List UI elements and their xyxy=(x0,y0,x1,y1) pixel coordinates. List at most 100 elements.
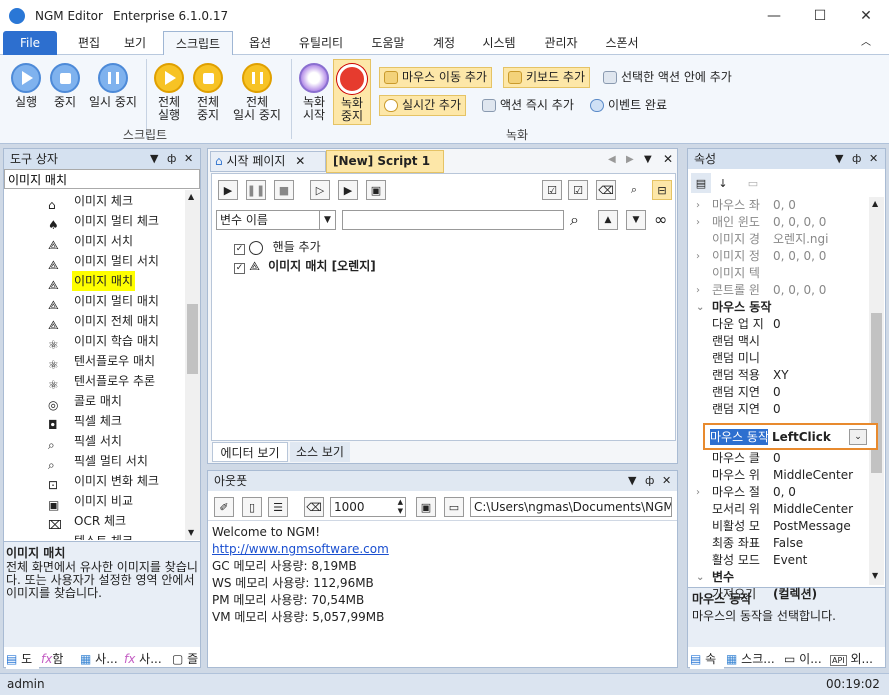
property-row[interactable]: 활성 모드 Event xyxy=(690,552,868,569)
categorized-icon[interactable]: ▤ xyxy=(691,173,711,193)
pin-icon[interactable]: ф xyxy=(852,149,861,169)
property-section[interactable]: ⌄ 마우스 동작 xyxy=(690,299,868,316)
dropdown-icon[interactable]: ▼ xyxy=(628,471,636,491)
property-row[interactable]: 랜덤 적용 XY xyxy=(690,367,868,384)
ribbon-collapse-icon[interactable]: ︿ xyxy=(854,31,878,55)
find-icon[interactable]: ⌕ xyxy=(570,210,579,230)
search-icon[interactable]: ⌕ xyxy=(624,180,644,200)
scroll-up-icon[interactable]: ▲ xyxy=(188,192,194,201)
tab-user-1[interactable]: ▦ 사... xyxy=(80,649,122,669)
variable-input[interactable] xyxy=(342,210,564,230)
stop-button-small[interactable]: ■ xyxy=(274,180,294,200)
menu-account[interactable]: 계정 xyxy=(424,31,464,55)
tab-new-script[interactable]: [New] Script 1 ✕ xyxy=(326,150,444,189)
property-row[interactable]: 다운 업 지 0 xyxy=(690,316,868,333)
tab-functions[interactable]: fx함 xyxy=(41,649,76,669)
folder-icon[interactable]: ▭ xyxy=(444,497,464,517)
collapse-icon[interactable]: ⌄ xyxy=(696,299,704,316)
property-row[interactable]: › 콘트롤 윈 0, 0, 0, 0 xyxy=(690,282,868,299)
property-row[interactable]: 최종 좌표 False xyxy=(690,535,868,552)
expand-icon[interactable]: › xyxy=(696,282,700,299)
pause-button[interactable]: 일시 중지 xyxy=(84,63,142,109)
toolbox-search-input[interactable] xyxy=(4,169,200,189)
checkbox-icon[interactable]: ✓ xyxy=(234,244,245,255)
menu-edit[interactable]: 편집 xyxy=(68,31,110,55)
stop-all-button[interactable]: 전체 중지 xyxy=(189,63,227,122)
tab-image[interactable]: ▭ 이... xyxy=(784,649,828,669)
move-down-button[interactable]: ▼ xyxy=(626,210,646,230)
expand-icon[interactable]: › xyxy=(696,484,700,501)
record-stop-button[interactable]: 녹화 중지 xyxy=(333,59,371,125)
scroll-down-icon[interactable]: ▼ xyxy=(188,528,194,537)
delete-button[interactable]: ⌫ xyxy=(596,180,616,200)
property-row[interactable]: 랜덤 지연 0 xyxy=(690,401,868,418)
tab-source-view[interactable]: 소스 보기 xyxy=(290,442,350,462)
sort-az-icon[interactable]: ↓ xyxy=(713,173,733,193)
collapse-icon[interactable]: ⌄ xyxy=(696,569,704,586)
toolbox-scrollbar[interactable]: ▲ ▼ xyxy=(185,190,200,540)
dropdown-icon[interactable]: ▼ xyxy=(150,149,158,169)
pause-button-small[interactable]: ❚❚ xyxy=(246,180,266,200)
add-keyboard-button[interactable]: 키보드 추가 xyxy=(503,67,591,88)
tab-scroll-left-icon[interactable]: ◀ xyxy=(608,154,616,165)
record-start-button[interactable]: 녹화 시작 xyxy=(296,63,332,122)
chevron-down-icon[interactable]: ⌄ xyxy=(849,429,867,445)
menu-view[interactable]: 보기 xyxy=(114,31,156,55)
scroll-down-icon[interactable]: ▼ xyxy=(872,571,878,580)
property-row[interactable]: › 매인 윈도 0, 0, 0, 0 xyxy=(690,214,868,231)
check-button[interactable]: ☑ xyxy=(568,180,588,200)
tree-view-button[interactable]: ⊟ xyxy=(652,180,672,200)
expand-icon[interactable]: › xyxy=(696,214,700,231)
property-row[interactable]: 비활성 모 PostMessage xyxy=(690,518,868,535)
add-action-now-button[interactable]: 액션 즉시 추가 xyxy=(477,95,579,116)
run-button[interactable]: 실행 xyxy=(6,63,46,109)
pin-icon[interactable]: ф xyxy=(645,471,654,491)
property-section[interactable]: ⌄ 변수 xyxy=(690,569,868,586)
property-row[interactable]: 마우스 위 MiddleCenter xyxy=(690,467,868,484)
scroll-thumb[interactable] xyxy=(187,304,198,374)
tab-start-page[interactable]: ⌂ 시작 페이지 ✕ xyxy=(210,151,326,172)
menu-file[interactable]: File xyxy=(3,31,57,55)
tab-scroll-right-icon[interactable]: ▶ xyxy=(626,154,634,165)
property-row[interactable]: › 마우스 절 0, 0 xyxy=(690,484,868,501)
menu-options[interactable]: 옵션 xyxy=(240,31,280,55)
property-row[interactable]: 모서리 위 MiddleCenter xyxy=(690,501,868,518)
add-realtime-button[interactable]: 실시간 추가 xyxy=(379,95,467,116)
property-row[interactable]: 랜덤 미니 xyxy=(690,350,868,367)
menu-sponsor[interactable]: 스폰서 xyxy=(598,31,646,55)
property-row[interactable]: › 마우스 좌 0, 0 xyxy=(690,197,868,214)
line-count-stepper[interactable]: 1000 ▲ ▼ xyxy=(330,497,406,517)
dropdown-icon[interactable]: ▼ xyxy=(835,149,843,169)
event-done-button[interactable]: 이벤트 완료 xyxy=(585,95,672,116)
tab-user-2[interactable]: fx 사... xyxy=(124,649,169,669)
pin-icon[interactable]: ф xyxy=(167,149,176,169)
scroll-up-icon[interactable]: ▲ xyxy=(872,199,878,208)
close-icon[interactable]: ✕ xyxy=(184,149,193,169)
tab-list-icon[interactable]: ▼ xyxy=(644,154,652,165)
new-file-icon[interactable]: ▯ xyxy=(242,497,262,517)
property-row[interactable]: 이미지 경 오렌지.ngi xyxy=(690,231,868,248)
properties-scrollbar[interactable]: ▲ ▼ xyxy=(869,197,884,585)
tab-editor-view[interactable]: 에디터 보기 xyxy=(212,442,288,462)
tab-script[interactable]: ▦ 스크... xyxy=(726,649,782,669)
property-row[interactable]: 이미지 텍 xyxy=(690,265,868,282)
step-button[interactable]: ▷ xyxy=(310,180,330,200)
property-pages-icon[interactable]: ▭ xyxy=(743,173,763,193)
action-item[interactable]: ✓ 핸들 추가 xyxy=(234,238,321,256)
step-into-button[interactable]: ▶ xyxy=(338,180,358,200)
action-item[interactable]: ✓ ⟁ 이미지 매치 [오렌지] xyxy=(234,257,376,275)
eraser-icon[interactable]: ⌫ xyxy=(304,497,324,517)
output-path-field[interactable]: C:\Users\ngmas\Documents\NGM6\ xyxy=(470,497,672,517)
website-link[interactable]: http://www.ngmsoftware.com xyxy=(212,541,389,558)
tab-properties[interactable]: ▤ 속 xyxy=(690,649,724,669)
stepper-arrows-icon[interactable]: ▲ ▼ xyxy=(398,498,403,516)
maximize-button[interactable]: ☐ xyxy=(797,0,843,31)
add-mouse-move-button[interactable]: 마우스 이동 추가 xyxy=(379,67,492,88)
menu-help[interactable]: 도움말 xyxy=(362,31,414,55)
move-up-button[interactable]: ▲ xyxy=(598,210,618,230)
stop-button[interactable]: 중지 xyxy=(46,63,84,109)
save-icon[interactable]: ▣ xyxy=(416,497,436,517)
expand-icon[interactable]: › xyxy=(696,248,700,265)
pause-all-button[interactable]: 전체 일시 중지 xyxy=(228,63,286,122)
add-in-selected-button[interactable]: 선택한 액션 안에 추가 xyxy=(598,67,737,88)
